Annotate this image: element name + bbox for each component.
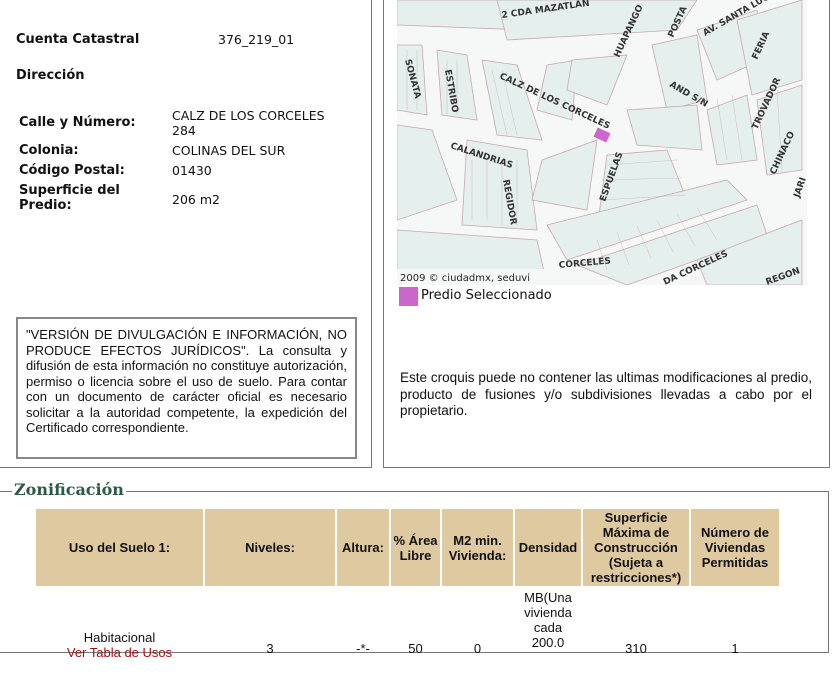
cell-superficie-max: 310 <box>625 640 647 656</box>
cell-densidad: MB(Una vivienda cada 200.0 <box>524 590 572 650</box>
header-altura: Altura: <box>337 509 389 586</box>
cp-label: Código Postal: <box>19 163 125 178</box>
table-header-row: Uso del Suelo 1: Niveles: Altura: % Área… <box>36 509 779 586</box>
superficie-value: 206 m2 <box>172 192 220 207</box>
header-viviendas: Número de Viviendas Permitidas <box>691 509 779 586</box>
colonia-value: COLINAS DEL SUR <box>172 143 286 158</box>
header-uso-suelo: Uso del Suelo 1: <box>36 509 203 586</box>
legend-label: Predio Seleccionado <box>421 288 552 303</box>
zonificacion-title: Zonificación <box>12 480 126 499</box>
parcel-map[interactable]: 2 CDA MAZATLAN HUAPANGO POSTA AV. SANTA … <box>397 0 807 285</box>
header-m2-min: M2 min. Vivienda: <box>442 509 513 586</box>
map-copyright: 2009 © ciudadmx, seduvi <box>400 273 530 284</box>
calle-value: CALZ DE LOS CORCELES 284 <box>172 108 325 138</box>
cell-altura: -*- <box>356 640 370 656</box>
header-area-libre: % Área Libre <box>391 509 440 586</box>
cell-area-libre: 50 <box>408 640 423 656</box>
cuenta-value: 376_219_01 <box>218 32 295 47</box>
croquis-note: Este croquis puede no contener las ultim… <box>400 370 812 418</box>
cp-value: 01430 <box>172 163 212 178</box>
disclaimer-box: "VERSIÓN DE DIVULGACIÓN E INFORMACIÓN, N… <box>16 317 357 459</box>
cell-viviendas: 1 <box>731 640 739 656</box>
superficie-label: Superficie del Predio: <box>19 183 120 213</box>
colonia-label: Colonia: <box>19 143 79 158</box>
header-superficie-max: Superficie Máxima de Construcción (Sujet… <box>583 509 689 586</box>
direccion-heading: Dirección <box>16 68 85 83</box>
header-niveles: Niveles: <box>205 509 335 586</box>
zonificacion-table: Uso del Suelo 1: Niveles: Altura: % Área… <box>34 507 781 681</box>
calle-label: Calle y Número: <box>19 115 136 130</box>
ver-tabla-link[interactable]: Ver Tabla de Usos <box>37 645 202 660</box>
cell-niveles: 3 <box>266 640 274 656</box>
cell-m2-min: 0 <box>473 640 482 656</box>
cell-uso-suelo: Habitacional Ver Tabla de Usos <box>36 588 203 679</box>
cuenta-label: Cuenta Catastral <box>16 32 140 47</box>
selected-parcel-swatch <box>399 287 418 306</box>
header-densidad: Densidad <box>515 509 581 586</box>
uso-suelo-value: Habitacional <box>83 629 156 645</box>
table-row: Habitacional Ver Tabla de Usos 3 -*- 50 0… <box>36 588 779 679</box>
